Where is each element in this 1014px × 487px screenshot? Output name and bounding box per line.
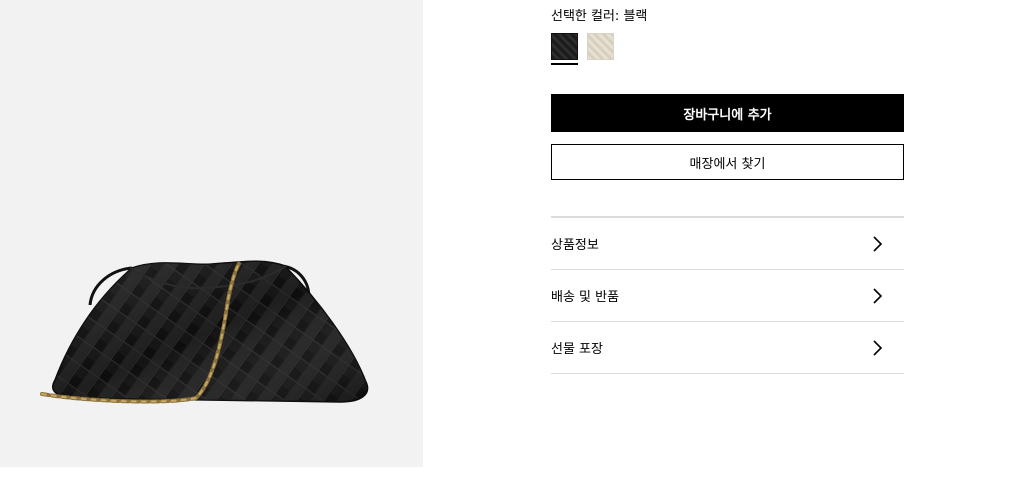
chevron-right-icon — [873, 235, 883, 252]
color-swatch-black[interactable] — [551, 33, 578, 60]
accordion-item-gift-wrap[interactable]: 선물 포장 — [551, 322, 904, 374]
accordion-item-product-info[interactable]: 상품정보 — [551, 218, 904, 270]
chevron-right-icon — [873, 339, 883, 356]
accordion-label: 선물 포장 — [551, 342, 603, 357]
accordion-item-shipping-returns[interactable]: 배송 및 반품 — [551, 270, 904, 322]
accordion-label: 상품정보 — [551, 238, 599, 253]
selected-color-label: 선택한 컬러: 블랙 — [551, 9, 648, 24]
selected-swatch-indicator — [551, 63, 578, 65]
product-info-accordion: 상품정보 배송 및 반품 선물 포장 — [551, 216, 904, 374]
add-to-cart-button[interactable]: 장바구니에 추가 — [551, 94, 904, 132]
color-swatch-cream[interactable] — [587, 33, 614, 60]
product-image[interactable] — [0, 0, 423, 467]
bag-illustration — [40, 260, 369, 404]
find-in-store-button[interactable]: 매장에서 찾기 — [551, 144, 904, 180]
accordion-label: 배송 및 반품 — [551, 290, 620, 305]
product-page: 선택한 컬러: 블랙 장바구니에 추가 매장에서 찾기 상품정보 배송 및 반품… — [0, 0, 1014, 487]
chevron-right-icon — [873, 287, 883, 304]
